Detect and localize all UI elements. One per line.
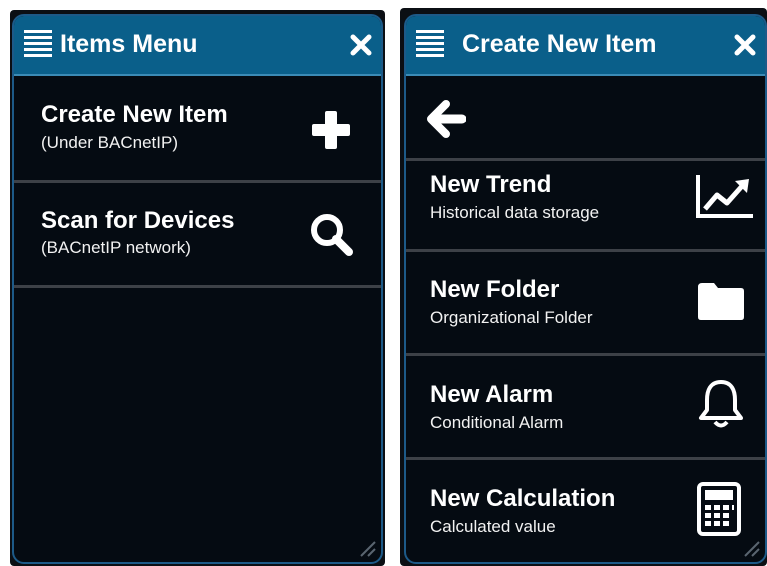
resize-grip-icon[interactable] bbox=[359, 540, 377, 558]
menu-item-new-folder[interactable]: New Folder Organizational Folder bbox=[406, 252, 765, 356]
menu-item-new-trend[interactable]: New Trend Historical data storage bbox=[406, 161, 765, 252]
arrow-left-icon[interactable] bbox=[426, 100, 466, 138]
menu-item-title: New Alarm bbox=[430, 381, 554, 408]
create-new-item-panel: Create New Item New Trend Historical dat… bbox=[404, 14, 767, 564]
menu-item-subtitle: Historical data storage bbox=[430, 203, 600, 222]
resize-grip-icon[interactable] bbox=[743, 540, 761, 558]
menu-item-subtitle: (BACnetIP network) bbox=[41, 238, 191, 257]
bell-icon bbox=[699, 380, 743, 428]
back-row[interactable] bbox=[406, 76, 765, 161]
panel-title: Create New Item bbox=[462, 30, 657, 58]
create-new-item-titlebar: Create New Item bbox=[406, 16, 765, 76]
menu-item-new-alarm[interactable]: New Alarm Conditional Alarm bbox=[406, 356, 765, 460]
items-menu-panel: Items Menu Create New Item (Under BACnet… bbox=[12, 14, 383, 564]
menu-item-subtitle: Conditional Alarm bbox=[430, 413, 564, 432]
menu-item-subtitle: Organizational Folder bbox=[430, 308, 593, 327]
hamburger-menu-icon[interactable] bbox=[416, 30, 444, 57]
hamburger-menu-icon[interactable] bbox=[24, 30, 52, 57]
menu-item-subtitle: (Under BACnetIP) bbox=[41, 133, 178, 152]
items-menu-titlebar: Items Menu bbox=[14, 16, 381, 76]
search-icon bbox=[311, 214, 353, 256]
menu-item-scan-for-devices[interactable]: Scan for Devices (BACnetIP network) bbox=[14, 183, 381, 288]
close-icon[interactable] bbox=[733, 33, 757, 57]
menu-item-create-new-item[interactable]: Create New Item (Under BACnetIP) bbox=[14, 76, 381, 183]
menu-item-new-calculation[interactable]: New Calculation Calculated value bbox=[406, 460, 765, 562]
menu-item-title: New Calculation bbox=[430, 485, 616, 512]
menu-item-title: Create New Item bbox=[41, 101, 228, 128]
menu-item-title: New Trend bbox=[430, 171, 552, 198]
close-icon[interactable] bbox=[349, 33, 373, 57]
menu-item-title: New Folder bbox=[430, 276, 560, 303]
folder-icon bbox=[698, 283, 744, 320]
trend-chart-icon bbox=[696, 175, 753, 218]
menu-item-title: Scan for Devices bbox=[41, 207, 235, 234]
calculator-icon bbox=[697, 482, 741, 536]
panel-title: Items Menu bbox=[60, 30, 198, 58]
plus-icon bbox=[312, 111, 350, 149]
menu-item-subtitle: Calculated value bbox=[430, 517, 556, 536]
